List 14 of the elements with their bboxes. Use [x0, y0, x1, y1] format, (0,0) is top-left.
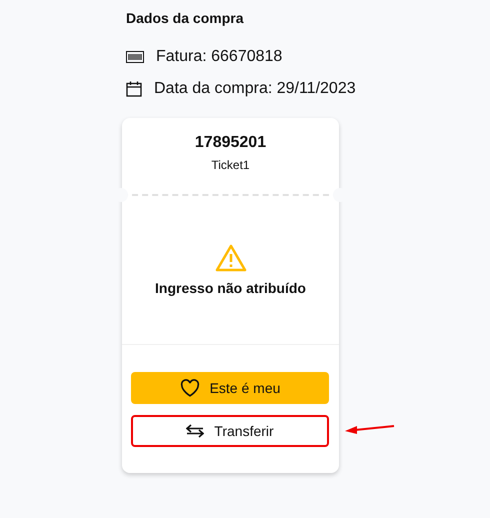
- pointer-arrow: [345, 424, 395, 436]
- heart-icon: [180, 379, 200, 397]
- warning-icon: [214, 244, 246, 272]
- swap-arrows-icon: [186, 424, 204, 438]
- ticket-name: Ticket1: [211, 158, 250, 172]
- calendar-icon: [126, 81, 142, 97]
- section-title: Dados da compra: [126, 10, 245, 28]
- ticket-number: 17895201: [194, 134, 266, 152]
- detail-text: Fatura: 66670818: [156, 48, 282, 66]
- ticket-status: Ingresso não atribuído: [155, 280, 306, 296]
- transfer-button[interactable]: Transferir: [131, 415, 329, 447]
- claim-button[interactable]: Este é meu: [131, 372, 329, 404]
- barcode-icon: [126, 51, 144, 63]
- detail-text: Data da compra: 29/11/2023: [154, 80, 356, 98]
